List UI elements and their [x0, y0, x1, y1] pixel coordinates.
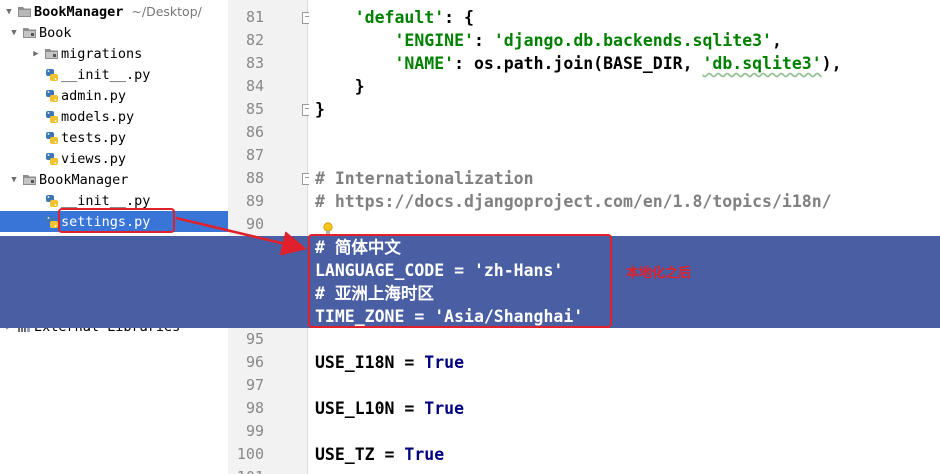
- tree-item[interactable]: tests.py: [0, 127, 228, 148]
- line-number: 98: [245, 399, 264, 417]
- tree-item-label: models.py: [61, 108, 135, 125]
- code-token: }: [315, 77, 365, 96]
- line-number: 89: [245, 192, 264, 210]
- tree-item-label: __init__.py: [61, 192, 151, 209]
- tree-item-label: Book: [39, 24, 72, 41]
- code-token: USE_L10N =: [315, 399, 425, 418]
- expand-arrow-icon[interactable]: ▼: [3, 6, 15, 18]
- code-line[interactable]: # https://docs.djangoproject.com/en/1.8/…: [315, 190, 832, 213]
- line-number: 82: [245, 31, 264, 49]
- code-token: 'db.sqlite3': [702, 54, 822, 73]
- code-line[interactable]: 'default': {: [315, 6, 474, 29]
- line-number: 96: [245, 353, 264, 371]
- code-token: True: [424, 353, 465, 372]
- code-line[interactable]: }: [315, 75, 365, 98]
- line-number: 84: [245, 77, 264, 95]
- line-number: 85: [245, 100, 264, 118]
- annotation-note: 本地化之后: [626, 266, 692, 281]
- tree-item-label: admin.py: [61, 87, 127, 104]
- code-token: 'default': [354, 8, 445, 27]
- line-number: 95: [245, 330, 264, 348]
- expand-arrow-icon[interactable]: ▼: [8, 174, 20, 186]
- tree-item[interactable]: __init__.py: [0, 64, 228, 85]
- tree-item[interactable]: ▼ Book: [0, 22, 228, 43]
- line-number: 101: [228, 466, 264, 474]
- line-number: 86: [245, 123, 264, 141]
- code-token: ,: [772, 31, 782, 50]
- python-file-icon: [44, 193, 59, 208]
- line-number: 87: [245, 146, 264, 164]
- lightbulb-icon[interactable]: [322, 221, 334, 240]
- tree-item[interactable]: ▶ migrations: [0, 43, 228, 64]
- folder-icon: [44, 46, 59, 61]
- code-token: 'django.db.backends.sqlite3': [493, 31, 772, 50]
- code-token: 'ENGINE': [394, 31, 474, 50]
- folder-icon: [22, 172, 37, 187]
- folder-icon: [17, 4, 32, 19]
- tree-item-label: tests.py: [61, 129, 127, 146]
- python-file-icon: [44, 67, 59, 82]
- code-line[interactable]: # Internationalization: [315, 167, 534, 190]
- code-token: ),: [821, 54, 842, 73]
- code-token: # Internationalization: [315, 169, 534, 188]
- code-token: True: [404, 445, 445, 464]
- tree-item-label: __init__.py: [61, 66, 151, 83]
- code-token: # https://docs.djangoproject.com/en/1.8/…: [315, 192, 832, 211]
- root-path: ~/Desktop/: [131, 4, 202, 19]
- python-file-icon: [44, 151, 59, 166]
- tree-item[interactable]: ▼ BookManager: [0, 169, 228, 190]
- python-file-icon: [44, 88, 59, 103]
- code-token: USE_TZ =: [315, 445, 405, 464]
- line-number: 97: [245, 376, 264, 394]
- code-token: : {: [444, 8, 474, 27]
- line-number: 88: [245, 169, 264, 187]
- code-line[interactable]: 'ENGINE': 'django.db.backends.sqlite3',: [315, 29, 782, 52]
- folder-icon: [22, 25, 37, 40]
- python-file-icon: [44, 214, 59, 229]
- tree-item-label: BookManager: [39, 171, 129, 188]
- code-token: 'NAME': [394, 54, 455, 73]
- tree-root[interactable]: ▼ BookManager ~/Desktop/: [0, 1, 228, 22]
- line-number: 90: [245, 215, 264, 233]
- code-token: }: [315, 100, 325, 119]
- settings-highlight-box: [58, 208, 175, 233]
- tree-item[interactable]: admin.py: [0, 85, 228, 106]
- code-line[interactable]: 'NAME': os.path.join(BASE_DIR, 'db.sqlit…: [315, 52, 842, 75]
- code-line[interactable]: }: [315, 98, 325, 121]
- tree-item[interactable]: models.py: [0, 106, 228, 127]
- code-line[interactable]: USE_L10N = True: [315, 397, 464, 420]
- code-token: :: [473, 31, 494, 50]
- line-number: 100: [236, 445, 264, 463]
- tree-item[interactable]: views.py: [0, 148, 228, 169]
- localization-highlight-box: [308, 234, 612, 328]
- code-token: True: [424, 399, 465, 418]
- tree-item-label: views.py: [61, 150, 127, 167]
- expand-arrow-icon[interactable]: ▼: [8, 27, 20, 39]
- line-number: 99: [245, 422, 264, 440]
- collapse-arrow-icon[interactable]: ▶: [30, 48, 42, 60]
- root-label: BookManager: [34, 3, 124, 20]
- code-token: USE_I18N =: [315, 353, 425, 372]
- code-line[interactable]: USE_I18N = True: [315, 351, 464, 374]
- line-number: 83: [245, 54, 264, 72]
- code-line[interactable]: USE_TZ = True: [315, 443, 444, 466]
- python-file-icon: [44, 130, 59, 145]
- python-file-icon: [44, 109, 59, 124]
- code-token: : os.path.join(BASE_DIR,: [454, 54, 703, 73]
- line-number: 81: [245, 8, 264, 26]
- tree-item-label: migrations: [61, 45, 143, 62]
